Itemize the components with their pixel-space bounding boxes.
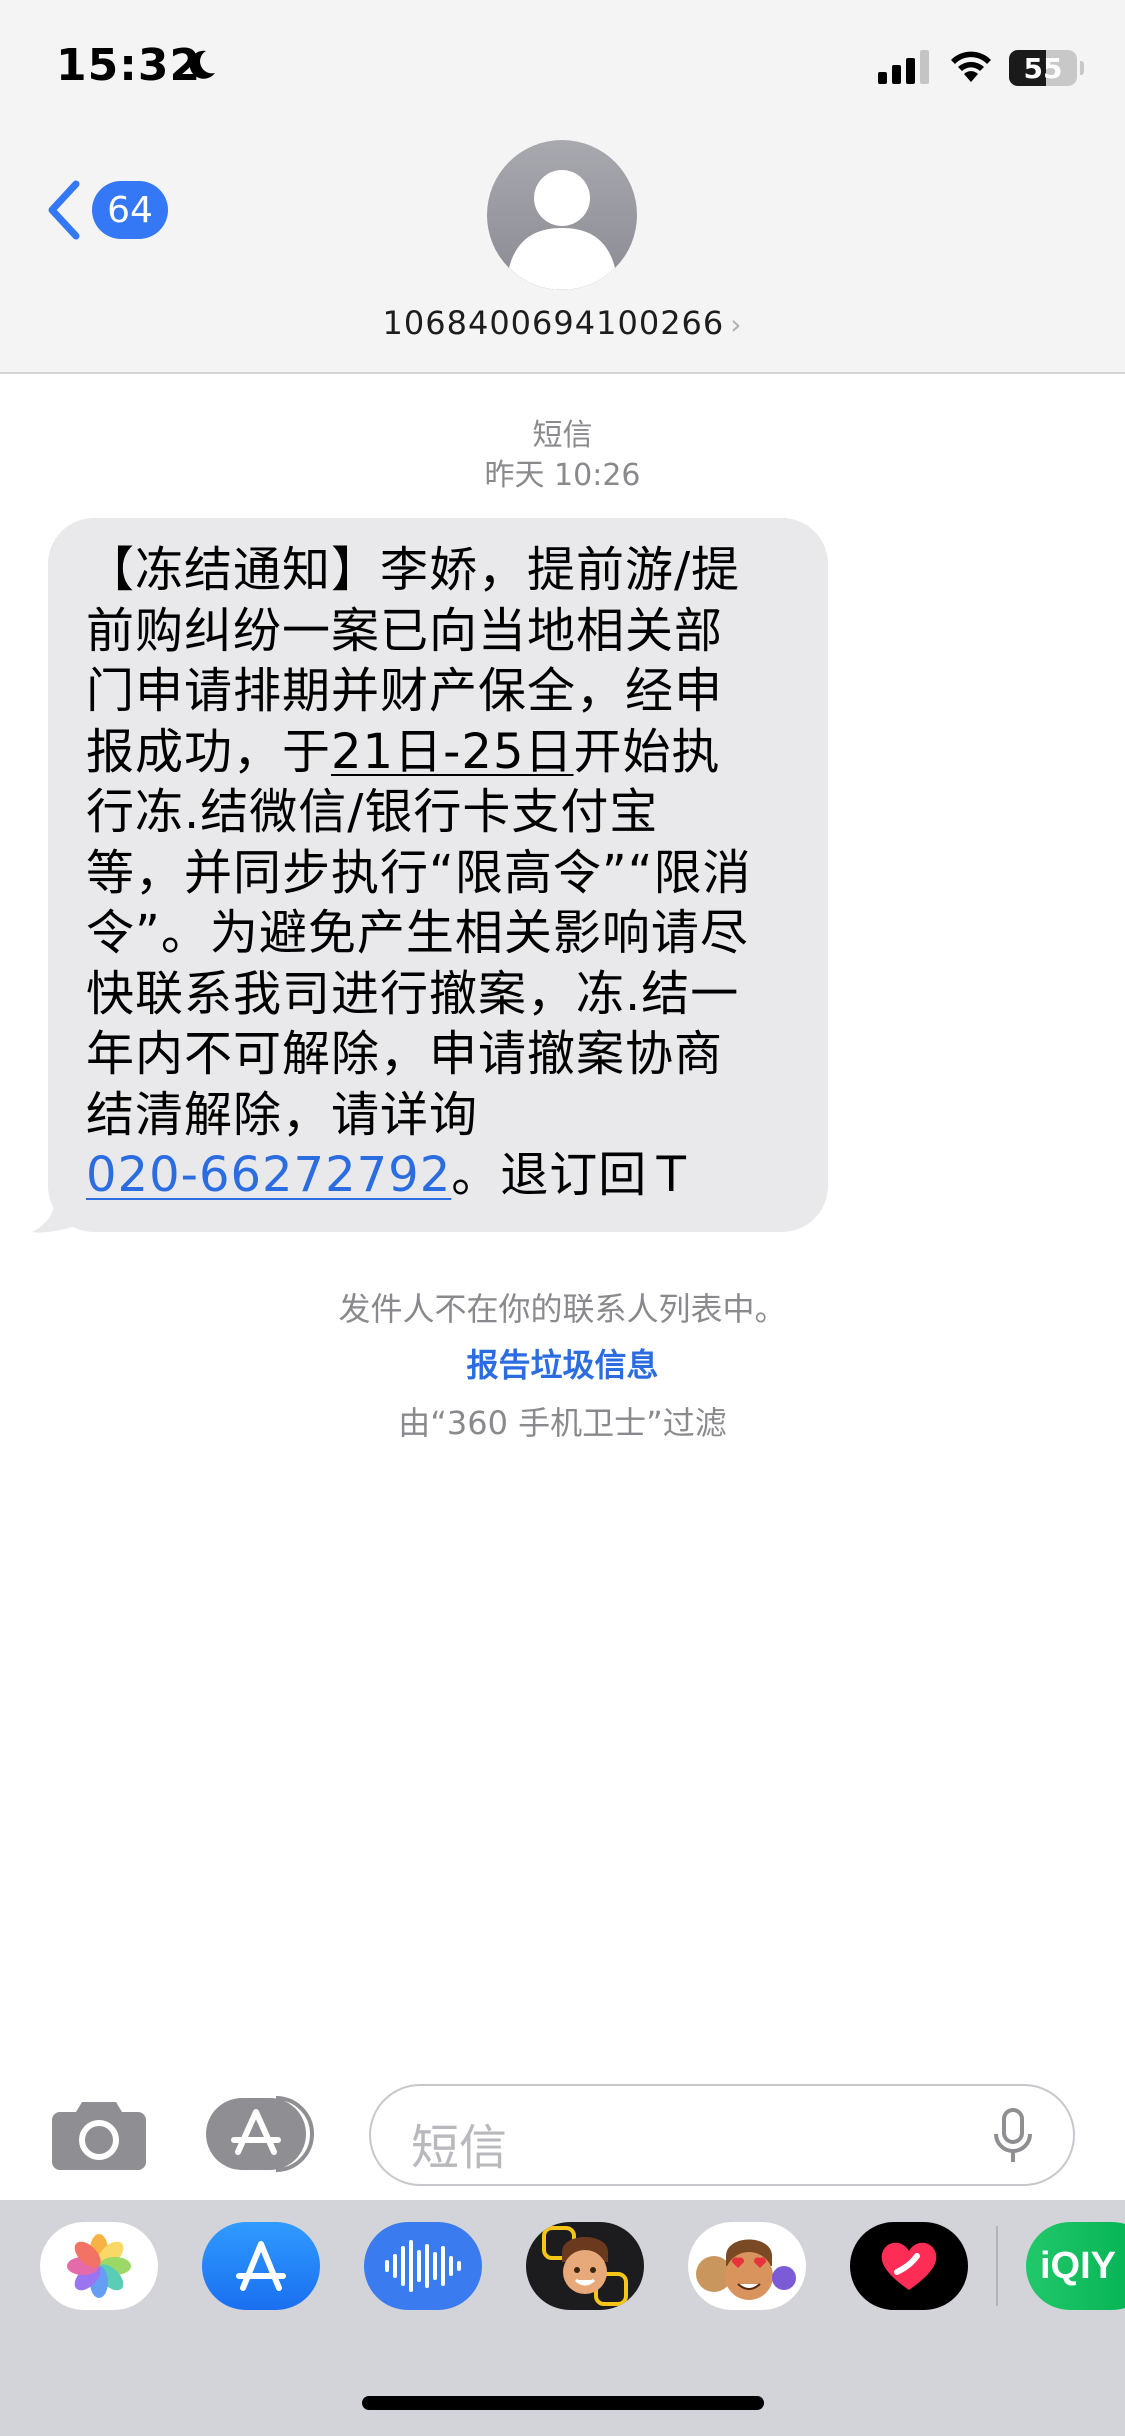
person-icon [509,170,615,290]
audio-message-icon[interactable] [364,2222,482,2310]
service-label: 短信 [532,418,593,453]
waveform-icon [385,2240,461,2292]
message-line: 【冻结通知】李娇，提前游/提 [86,542,741,598]
microphone-icon[interactable] [993,2108,1033,2164]
status-time: 15:32 [56,40,202,91]
message-line: 令”。为避免产生相关影响请尽 [86,905,749,961]
iqiyi-app-icon[interactable]: iQIY [1026,2222,1125,2310]
home-indicator[interactable] [362,2396,764,2410]
heart-icon [881,2242,937,2290]
message-input[interactable]: 短信 [369,2084,1075,2186]
not-in-contacts-notice: 发件人不在你的联系人列表中。 [338,1290,787,1328]
contact-name[interactable]: 1068400694100266 › [0,304,1125,342]
date-link[interactable]: 21日-25日 [331,724,573,780]
iqiyi-label: iQIY [1040,2244,1117,2287]
heart-eyes-face-icon [696,2239,796,2300]
memoji-face-icon [542,2226,628,2306]
chevron-right-icon: › [730,308,743,341]
message-line: 快联系我司进行撤案，冻.结一 [86,965,740,1022]
battery-indicator: 55 [1009,50,1077,86]
digital-touch-icon[interactable] [850,2222,968,2310]
message-input-placeholder: 短信 [411,2120,508,2176]
filtered-by-notice: 由“360 手机卫士”过滤 [398,1404,727,1442]
message-line: 门申请排期并财产保全，经申 [86,663,724,719]
unread-count-badge: 64 [92,181,168,239]
message-text: 。退订回Ｔ [451,1147,697,1203]
cellular-signal-icon [878,50,929,84]
app-store-a-icon [236,2241,286,2291]
message-line: 等，并同步执行“限高令”“限消 [86,844,752,901]
message-timestamp: 昨天 10:26 [484,458,641,493]
app-store-icon[interactable] [206,2096,318,2172]
photos-flower-icon [67,2234,131,2298]
battery-cap [1080,61,1084,75]
contact-number: 1068400694100266 [382,304,725,342]
wifi-icon [951,51,991,82]
camera-icon[interactable] [52,2098,146,2170]
message-line: 前购纠纷一案已向当地相关部 [86,602,724,659]
app-store-icon[interactable] [202,2222,320,2310]
chevron-left-icon [48,180,80,240]
message-line: 年内不可解除，申请撤案协商 [86,1026,724,1082]
focus-moon-icon [189,50,215,79]
drawer-separator [996,2226,998,2306]
message-line: 报成功，于21日-25日开始执 [86,722,794,783]
message-line: 行冻.结微信/银行卡支付宝 [86,784,659,840]
back-button[interactable]: 64 [46,180,168,240]
memoji-icon[interactable] [526,2222,644,2310]
phone-number-link[interactable]: 020-66272792 [86,1147,451,1203]
contact-avatar[interactable] [487,140,637,290]
battery-percent: 55 [1023,51,1063,85]
memoji-stickers-icon[interactable] [688,2222,806,2310]
report-junk-link[interactable]: 报告垃圾信息 [0,1340,1125,1386]
message-text: 报成功，于 [86,723,332,780]
message-bubble[interactable]: 【冻结通知】李娇，提前游/提 前购纠纷一案已向当地相关部 门申请排期并财产保全，… [48,518,828,1232]
message-text: 开始执 [573,723,721,780]
photos-app-icon[interactable] [40,2222,158,2310]
navigation-header: 15:32 55 64 1068400694100266 › [0,0,1125,374]
message-line: 结清解除，请详询 [86,1086,479,1143]
message-line: 020-66272792。退订回Ｔ [86,1145,794,1206]
